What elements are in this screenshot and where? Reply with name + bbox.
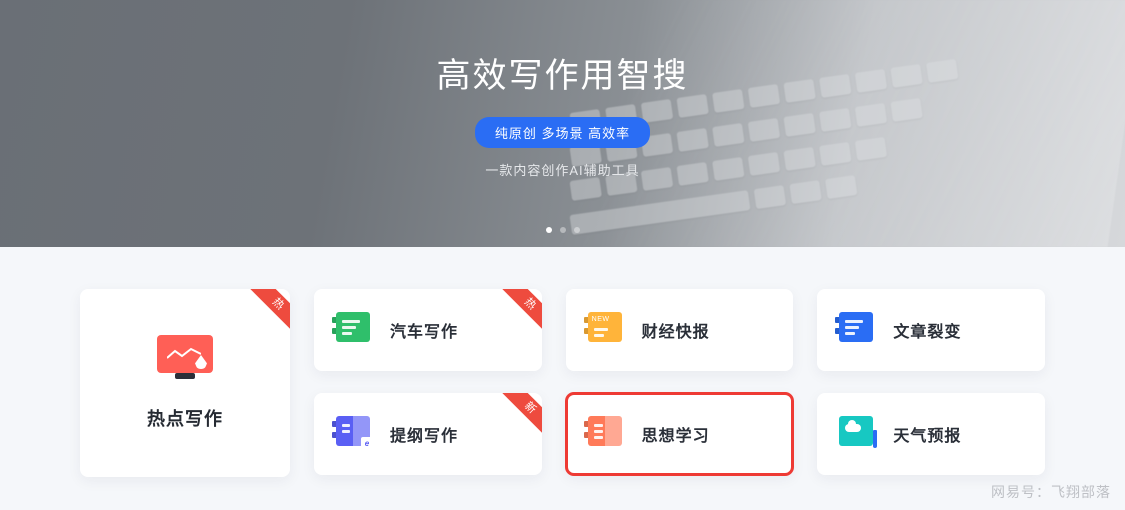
category-grid: 热 热点写作 热 汽车写作 NEW 财经快报 文章裂变 新 e 提纲写作 — [0, 247, 1125, 477]
document-orange-icon: NEW — [588, 312, 624, 348]
document-coral-icon — [588, 416, 624, 452]
carousel-dot[interactable] — [574, 227, 580, 233]
carousel-dot[interactable] — [560, 227, 566, 233]
card-hotspot-writing[interactable]: 热 热点写作 — [80, 289, 290, 477]
ribbon-hot: 热 — [250, 289, 290, 332]
hero-banner: 高效写作用智搜 纯原创 多场景 高效率 一款内容创作AI辅助工具 — [0, 0, 1125, 247]
card-label: 提纲写作 — [390, 422, 458, 446]
carousel-dots[interactable] — [546, 227, 580, 233]
ribbon-hot: 热 — [502, 289, 542, 332]
ribbon-new: 新 — [502, 393, 542, 436]
card-article-split[interactable]: 文章裂变 — [817, 289, 1045, 371]
card-outline-writing[interactable]: 新 e 提纲写作 — [314, 393, 542, 475]
card-label: 汽车写作 — [390, 318, 458, 342]
card-finance-news[interactable]: NEW 财经快报 — [566, 289, 794, 371]
card-car-writing[interactable]: 热 汽车写作 — [314, 289, 542, 371]
weather-icon — [839, 416, 875, 452]
card-label: 热点写作 — [147, 405, 223, 431]
hero-title: 高效写作用智搜 — [437, 48, 689, 97]
card-weather-forecast[interactable]: 天气预报 — [817, 393, 1045, 475]
document-blue-icon — [839, 312, 875, 348]
card-label: 财经快报 — [642, 318, 710, 342]
hotspot-icon — [157, 335, 213, 383]
card-thought-study[interactable]: 思想学习 — [566, 393, 794, 475]
hero-subtitle: 一款内容创作AI辅助工具 — [485, 160, 639, 179]
card-label: 文章裂变 — [893, 318, 961, 342]
card-label: 思想学习 — [642, 422, 710, 446]
document-purple-icon: e — [336, 416, 372, 452]
document-green-icon — [336, 312, 372, 348]
hero-tag-pill: 纯原创 多场景 高效率 — [475, 117, 650, 148]
watermark-text: 网易号：飞翔部落 — [991, 482, 1111, 502]
card-label: 天气预报 — [893, 422, 961, 446]
carousel-dot[interactable] — [546, 227, 552, 233]
